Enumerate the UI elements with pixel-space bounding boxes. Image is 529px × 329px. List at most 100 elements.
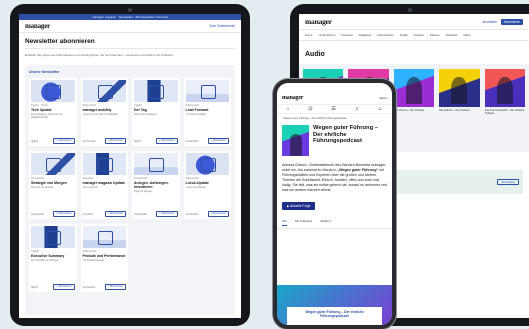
episode-title: Wegen guter Führung – Der ehrliche Führu… <box>287 307 382 325</box>
article-icon[interactable]: ☰ <box>331 104 335 114</box>
newsletter-description: Für Produktmanager <box>82 259 105 262</box>
newsletter-card: Monatlich manager magazin Update Das neu… <box>80 151 128 219</box>
subscribe-button[interactable]: + Abonnieren <box>104 284 126 290</box>
subscribe-button[interactable]: + Abonnieren <box>156 138 178 144</box>
login-link[interactable]: Anmelden <box>482 20 496 24</box>
camera-icon <box>128 8 132 12</box>
site-logo[interactable]: manager <box>305 17 332 26</box>
nav-item[interactable]: Unternehmen <box>318 33 335 37</box>
home-icon[interactable]: ⌂ <box>286 104 289 114</box>
icon-bar: ⌂ ⊡ ☰ ♫ ☺ <box>277 104 392 114</box>
newsletter-card: Täglich Executive Summary Der Überblick … <box>29 224 77 292</box>
newsletter-card: Wöchentlich Strategie von Morgen Ideen f… <box>29 151 77 219</box>
site-header: manager Anmelden Abonnieren <box>299 14 529 30</box>
newsletter-footer: wöchentlich + Abonnieren <box>82 138 126 144</box>
newsletter-description: Neues aus der Welt der Mobilität <box>82 113 118 116</box>
subscribe-cta-button[interactable]: Abonnieren <box>500 18 523 25</box>
main-nav: Home Unternehmen Finanzen Magazine Unter… <box>299 30 529 41</box>
subscribe-button[interactable]: + Abonnieren <box>53 284 75 290</box>
bookmark-icon[interactable]: ⊡ <box>308 104 312 114</box>
newsletter-thumbnail <box>82 153 126 175</box>
newsletter-meta: Täglich <box>31 250 40 253</box>
nav-item[interactable]: Karriere <box>430 33 440 37</box>
podcast-caption: Das Thema Spezial – Der ehrliche Podcast <box>484 109 525 115</box>
newsletter-name: manager magazin Update <box>82 181 125 185</box>
newsletter-frequency: wöchentlich <box>82 139 96 143</box>
newsletter-meta: Wöchentlich <box>82 250 97 253</box>
subscribe-button[interactable]: + Abonnieren <box>104 138 126 144</box>
phone-frame: manager Menü ⌂ ⊡ ☰ ♫ ☺ ‹ Wegen guter Füh… <box>273 79 396 329</box>
newsletter-footer: täglich + Abonnieren <box>31 284 75 290</box>
nav-item[interactable]: Video <box>463 33 470 37</box>
breadcrumb[interactable]: ‹ Wegen guter Führung – Der ehrliche Füh… <box>277 114 392 122</box>
newsletter-thumbnail <box>185 153 229 175</box>
nav-item[interactable]: Magazine <box>359 33 371 37</box>
podcast-name-bold: „Wegen guter Führung“ <box>337 168 379 173</box>
newsletter-thumbnail <box>31 226 75 248</box>
newsletter-name: Produkt und Performance <box>82 254 126 258</box>
play-latest-button[interactable]: ▶ Aktuelle Folge <box>282 201 316 210</box>
newsletter-thumbnail <box>134 80 178 102</box>
newsletter-description: Was heute wichtig ist <box>134 113 157 116</box>
nav-item[interactable]: Finanzen <box>341 33 353 37</box>
menu-button[interactable]: Menü <box>379 96 387 100</box>
nav-item[interactable]: Politik <box>400 33 407 37</box>
site-logo[interactable]: manager <box>25 22 50 30</box>
podcast-cover <box>282 125 309 156</box>
newsletter-card: Wöchentlich Lead Forward Für Führungskrä… <box>183 78 231 146</box>
page-title: Newsletter abonnieren <box>25 38 95 45</box>
newsletter-footer: täglich + Abonnieren <box>134 138 178 144</box>
newsletter-description: Luxus und Lifestyle <box>185 186 206 189</box>
podcast-caption: Das Thema – Der Podcast <box>393 109 425 112</box>
user-icon[interactable]: ☺ <box>377 104 382 114</box>
header-link[interactable]: Zum Seitenende <box>209 24 235 28</box>
newsletter-thumbnail <box>82 80 126 102</box>
headphones-icon[interactable]: ♫ <box>355 104 359 114</box>
newsletter-frequency: täglich <box>31 139 39 143</box>
newsletter-footer: täglich + Abonnieren <box>31 138 75 144</box>
podcast-item[interactable]: Das Thema – Der Podcast <box>393 69 435 115</box>
newsletter-description: Tipps für Anleger <box>134 190 152 193</box>
site-logo[interactable]: manager <box>282 95 303 101</box>
podcast-title: Wegen guter Führung – Der ehrliche Führu… <box>313 125 378 145</box>
newsletter-meta: Wöchentlich <box>185 177 200 180</box>
phone-screen: manager Menü ⌂ ⊡ ☰ ♫ ☺ ‹ Wegen guter Füh… <box>277 83 392 325</box>
podcast-caption: Die Zukunft – Der Podcast <box>439 109 470 112</box>
tab-season-1[interactable]: Staffel 1 <box>320 219 331 226</box>
newsletter-name: manager mobility <box>82 108 112 112</box>
newsletter-thumbnail <box>82 226 126 248</box>
newsletter-description: Das neue Heft <box>82 186 98 189</box>
newsletter-frequency: wöchentlich <box>185 212 199 216</box>
episode-teaser[interactable]: Wegen guter Führung – Der ehrliche Führu… <box>277 285 392 325</box>
subscribe-button[interactable]: + Abonnieren <box>156 211 178 217</box>
newsletter-meta: Wöchentlich <box>82 104 97 107</box>
subscribe-button[interactable]: + Abonnieren <box>104 211 126 217</box>
site-header: manager Menü <box>277 92 392 104</box>
nav-item[interactable]: Podcasts <box>446 33 458 37</box>
podcast-cover[interactable] <box>439 69 480 107</box>
podcast-cover[interactable] <box>393 69 435 107</box>
nav-item[interactable]: Unternehmen <box>377 33 394 37</box>
newsletter-card: Wöchentlich Anlegen. Aufsteigen. Investi… <box>132 151 180 219</box>
tab-all[interactable]: Alle <box>282 219 288 226</box>
newsletter-description: Für Führungskräfte <box>185 113 206 116</box>
newsletter-footer: wöchentlich + Abonnieren <box>186 138 229 144</box>
subscribe-button[interactable]: + Abonnieren <box>53 211 75 217</box>
newsletter-meta: Wöchentlich <box>134 177 148 180</box>
podcast-item[interactable]: Das Thema Spezial – Der ehrliche Podcast <box>484 69 525 115</box>
subscribe-button[interactable]: + Abonnieren <box>207 211 229 217</box>
tab-podcasts[interactable]: Mit Podcasts <box>295 219 312 226</box>
banner-button[interactable]: Anmelden <box>497 179 519 185</box>
nav-item[interactable]: Lifestyle <box>414 33 424 37</box>
subscribe-button[interactable]: + Abonnieren <box>207 138 229 144</box>
podcast-cover[interactable] <box>484 69 525 107</box>
nav-item[interactable]: Home <box>305 33 312 37</box>
device-showcase: manager magazin · Newsletter · Mit Newsl… <box>0 0 529 329</box>
subscribe-button[interactable]: + Abonnieren <box>53 138 75 144</box>
newsletter-footer: wöchentlich + Abonnieren <box>134 211 178 217</box>
section-heading: Unsere Newsletter <box>29 70 60 74</box>
newsletter-name: Lead Forward <box>185 108 209 112</box>
newsletter-meta: Täglich · 06:00 <box>31 104 48 107</box>
podcast-description: Antonia Götsch, Chefredakteurin des Harv… <box>277 159 392 194</box>
podcast-item[interactable]: Die Zukunft – Der Podcast <box>439 69 480 115</box>
